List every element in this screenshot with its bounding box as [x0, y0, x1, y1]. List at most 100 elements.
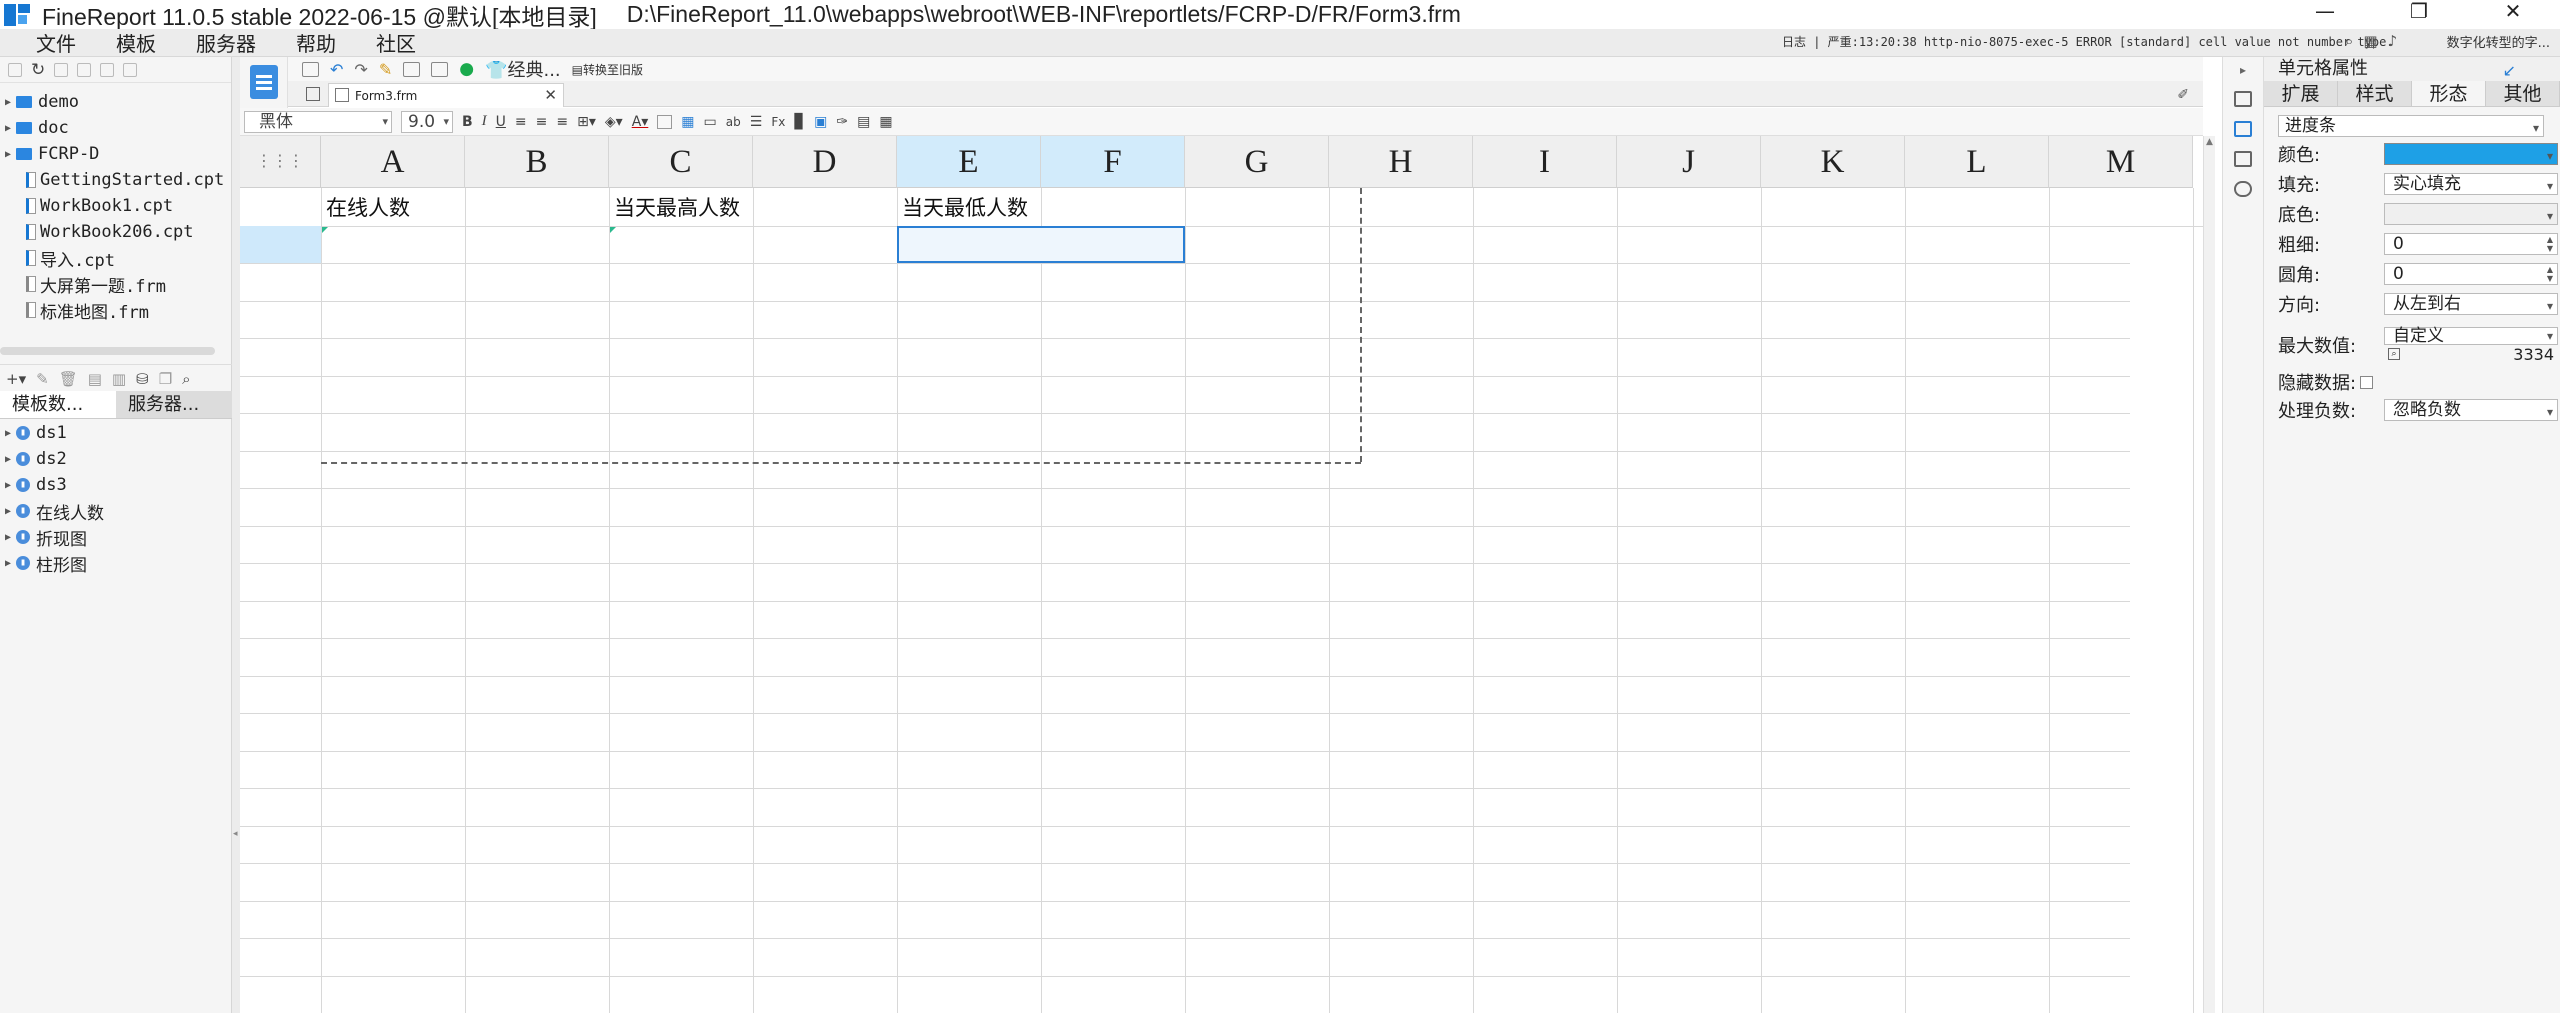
column-header-E[interactable]: E [897, 136, 1041, 188]
refresh-icon[interactable]: ↻ [31, 60, 45, 80]
save-icon[interactable] [302, 61, 319, 77]
max-value-field[interactable]: ⌕ 3334 [2384, 346, 2558, 364]
dataset-line-chart[interactable]: ▶ ▮ 折现图 [0, 524, 232, 550]
tab-form3[interactable]: Form3.frm ✕ [328, 83, 564, 107]
tree-item-gettingstarted[interactable]: GettingStarted.cpt [0, 167, 231, 193]
tree-item-workbook206[interactable]: WorkBook206.cpt [0, 219, 231, 245]
dataset-bar-chart[interactable]: ▶ ▮ 柱形图 [0, 550, 232, 576]
hide-data-checkbox[interactable] [2360, 375, 2374, 389]
column-header-F[interactable]: F [1041, 136, 1185, 188]
italic-icon[interactable]: I [482, 113, 487, 130]
tab-other[interactable]: 其他 [2486, 81, 2560, 106]
expand-arrow-icon[interactable]: ▶ [0, 97, 16, 108]
underline-icon[interactable]: U [496, 114, 506, 130]
sql-icon[interactable]: ▥ [112, 370, 126, 388]
font-color-icon[interactable]: A▾ [632, 114, 649, 130]
spinner-icon[interactable]: ▲ ▼ [2547, 265, 2553, 283]
align-center-icon[interactable]: ≡ [536, 114, 548, 130]
max-mode-select[interactable]: 自定义 ▾ [2384, 327, 2558, 345]
negative-handling-select[interactable]: 忽略负数 ▾ [2384, 399, 2558, 421]
collapse-arrow-icon[interactable]: ◂ [233, 829, 238, 839]
column-header-G[interactable]: G [1185, 136, 1329, 188]
database-icon[interactable]: ⛁ [136, 370, 149, 388]
edit-icon[interactable]: ✎ [36, 370, 49, 388]
expand-arrow-icon[interactable]: ▶ [0, 454, 16, 465]
rich-text-icon[interactable]: ☰ [750, 114, 763, 130]
border-icon[interactable]: ⊞▾ [577, 114, 596, 130]
expand-arrow-icon[interactable]: ▶ [0, 149, 16, 160]
thickness-input[interactable]: 0 ▲ ▼ [2384, 233, 2558, 255]
clear-format-icon[interactable]: ✑ [836, 114, 848, 130]
font-size-select[interactable]: 9.0 ▾ [401, 110, 453, 133]
tree-item-map[interactable]: 标准地图.frm [0, 297, 231, 323]
tab-expand[interactable]: 扩展 [2264, 81, 2338, 106]
cell-element-icon[interactable] [2234, 91, 2252, 107]
row-header-selected[interactable] [240, 226, 321, 263]
align-right-icon[interactable]: ≡ [556, 114, 568, 130]
file-tree-scrollbar[interactable] [0, 347, 215, 355]
background-color-picker[interactable]: ▾ [2384, 203, 2558, 225]
column-header-H[interactable]: H [1329, 136, 1473, 188]
cell-attribute-icon[interactable] [2234, 121, 2252, 137]
expand-arrow-icon[interactable]: ▶ [0, 558, 16, 569]
select-all-corner[interactable]: ⋮⋮⋮ [240, 136, 321, 188]
dataset-ds1[interactable]: ▶ ▮ ds1 [0, 420, 232, 446]
column-header-C[interactable]: C [609, 136, 753, 188]
tree-item-fcrp-d[interactable]: ▶ FCRP-D [0, 141, 231, 167]
expand-arrow-icon[interactable]: ▶ [0, 123, 16, 134]
fill-color-icon[interactable]: ◈▾ [605, 114, 623, 130]
preview-icon[interactable] [431, 61, 449, 77]
copy-icon[interactable] [123, 62, 138, 77]
cell-E1[interactable]: 当天最低人数 [902, 192, 1028, 222]
column-header-D[interactable]: D [753, 136, 897, 188]
tree-item-import[interactable]: 导入.cpt [0, 245, 231, 271]
dataset-ds2[interactable]: ▶ ▮ ds2 [0, 446, 232, 472]
open-icon[interactable] [54, 62, 69, 77]
selected-cell-E2[interactable] [897, 226, 1185, 263]
formula-edit-icon[interactable]: ⌕ [2388, 348, 2400, 360]
lock-icon[interactable] [77, 62, 92, 77]
text-icon[interactable]: ab [726, 115, 741, 129]
log-message[interactable]: 日志 | 严重:13:20:38 http-nio-8075-exec-5 ER… [1782, 33, 2394, 50]
template-param-icon[interactable] [403, 61, 421, 77]
column-header-K[interactable]: K [1761, 136, 1905, 188]
column-header-L[interactable]: L [1905, 136, 2049, 188]
new-folder-icon[interactable] [8, 62, 22, 77]
column-header-M[interactable]: M [2049, 136, 2193, 188]
search-icon[interactable]: ⌕ [182, 370, 190, 388]
new-template-icon[interactable] [249, 65, 278, 99]
tree-item-demo[interactable]: ▶ demo [0, 89, 231, 115]
grid-icon[interactable]: ▦ [879, 114, 892, 130]
redo-icon[interactable]: ↷ [354, 60, 367, 79]
menu-community[interactable]: 社区 [376, 28, 416, 57]
expand-arrow-icon[interactable]: ▶ [0, 480, 16, 491]
widget-settings-icon[interactable] [2234, 151, 2252, 167]
undo-icon[interactable]: ↶ [330, 60, 343, 79]
tab-server-dataset[interactable]: 服务器... [116, 391, 232, 418]
align-left-icon[interactable]: ≡ [515, 114, 527, 130]
fill-select[interactable]: 实心填充 ▾ [2384, 173, 2558, 195]
shape-type-select[interactable]: 进度条 ▾ [2278, 115, 2544, 137]
restore-button[interactable]: ❐ [2372, 0, 2466, 24]
close-button[interactable]: ✕ [2466, 0, 2560, 24]
tab-shape[interactable]: 形态 [2412, 81, 2486, 106]
grid-vertical-scrollbar[interactable]: ▲ [2203, 136, 2215, 1013]
direction-select[interactable]: 从左到右 ▾ [2384, 293, 2558, 315]
format-painter-icon[interactable]: ✎ [379, 60, 392, 79]
radius-input[interactable]: 0 ▲ ▼ [2384, 263, 2558, 285]
check-icon[interactable]: ● [459, 59, 474, 79]
cell-A1[interactable]: 在线人数 [326, 192, 410, 222]
preview-icon[interactable]: ▤ [88, 370, 102, 388]
clear-icon[interactable]: ✐ [2177, 87, 2189, 103]
insert-line-icon[interactable]: ▭ [704, 114, 717, 130]
bell-icon[interactable]: ♪ [2388, 32, 2398, 54]
tree-item-bigscreen[interactable]: 大屏第一题.frm [0, 271, 231, 297]
dataset-ds3[interactable]: ▶ ▮ ds3 [0, 472, 232, 498]
left-splitter[interactable]: ◂ [232, 57, 240, 1013]
search-icon[interactable]: ⌕ [2345, 32, 2353, 54]
menu-template[interactable]: 模板 [116, 28, 156, 57]
bold-icon[interactable]: B [462, 114, 473, 130]
dataset-online-users[interactable]: ▶ ▮ 在线人数 [0, 498, 232, 524]
column-header-I[interactable]: I [1473, 136, 1617, 188]
delete-icon[interactable] [100, 62, 115, 77]
